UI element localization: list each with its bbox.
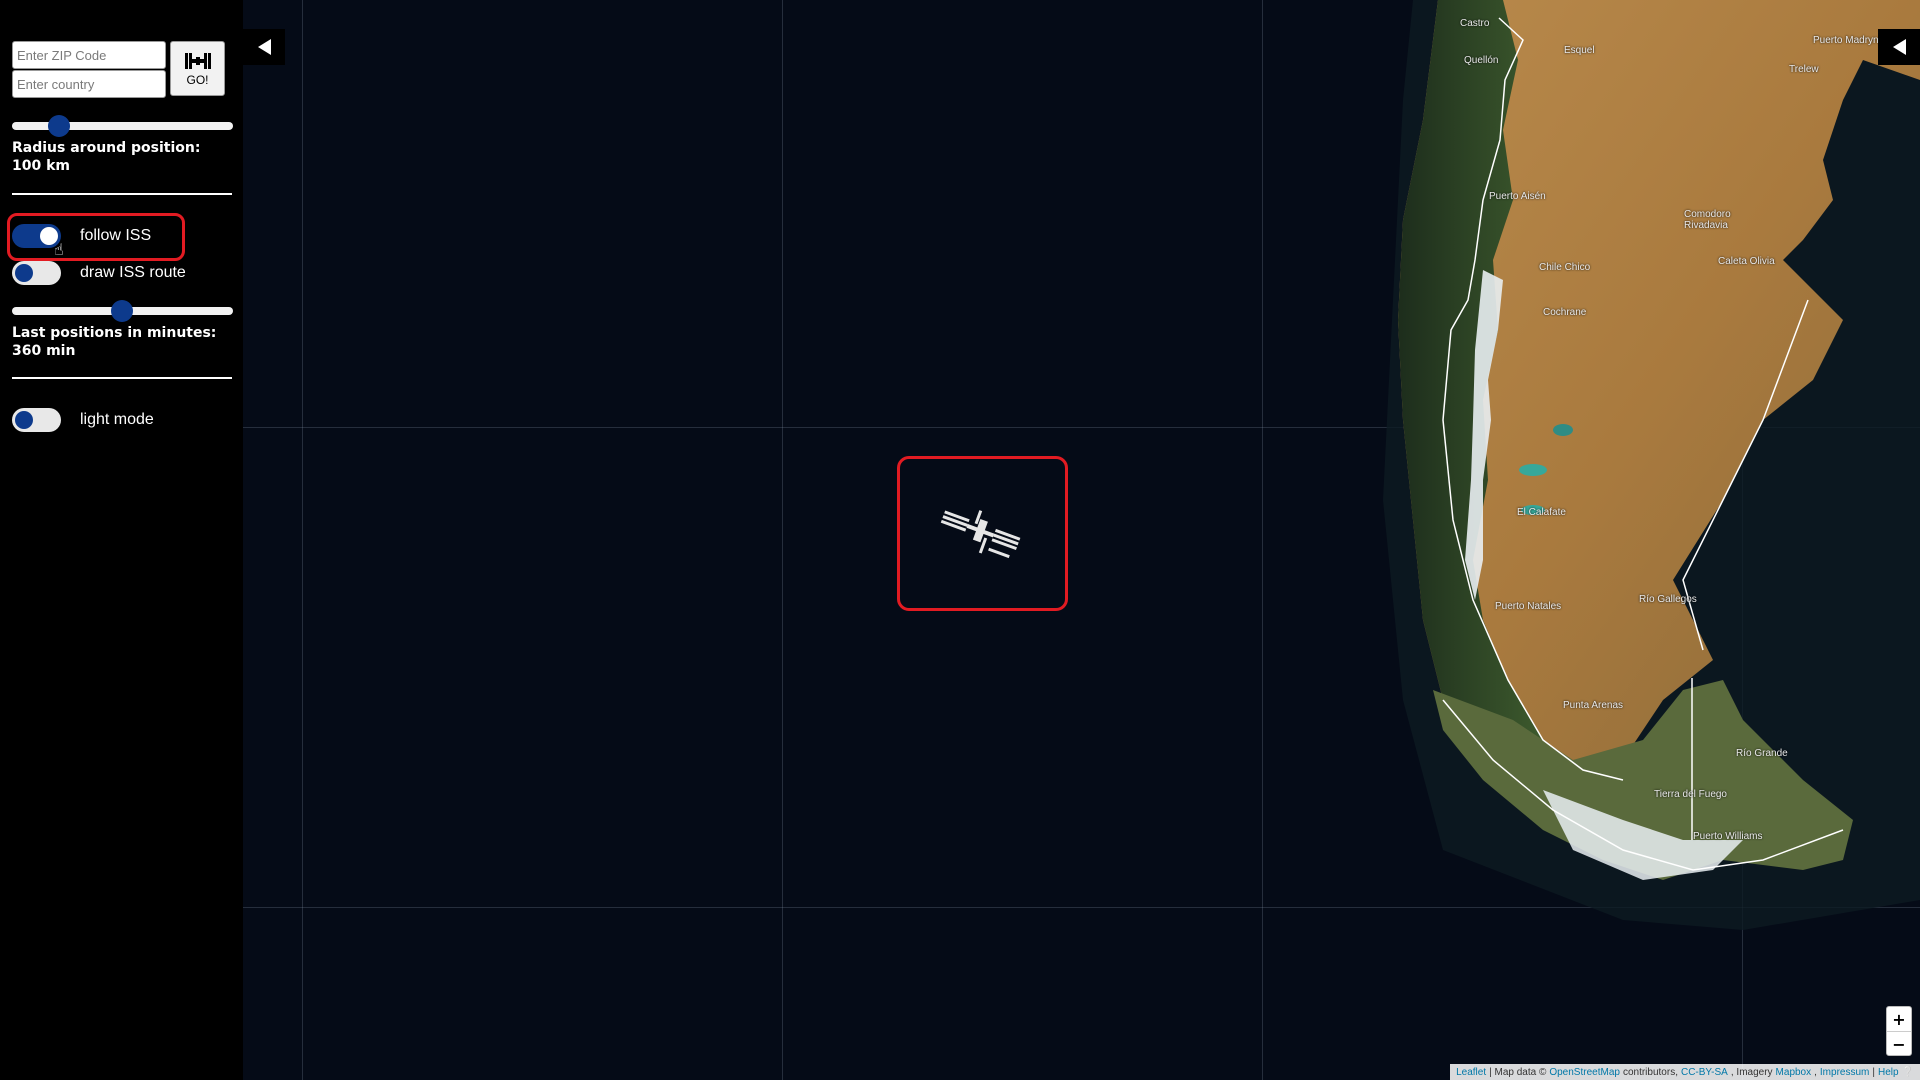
hand-cursor-icon: ☝ (54, 240, 64, 259)
impressum-link[interactable]: Impressum (1820, 1067, 1869, 1078)
app: GO! Radius around position: 100 km follo… (0, 0, 1920, 1080)
help-link[interactable]: Help (1878, 1067, 1899, 1078)
arrow-left-icon (1892, 39, 1906, 55)
minutes-value: 360 min (12, 343, 76, 359)
place-label: Puerto Madryn (1813, 35, 1879, 46)
minutes-label-block: Last positions in minutes: 360 min (12, 324, 216, 360)
draw-route-label: draw ISS route (80, 264, 186, 281)
place-label: Caleta Olivia (1718, 256, 1775, 267)
place-label: Río Grande (1736, 748, 1788, 759)
draw-route-toggle[interactable] (12, 261, 61, 285)
radius-value: 100 km (12, 158, 70, 174)
light-mode-toggle[interactable] (12, 408, 61, 432)
place-label: Puerto Natales (1495, 601, 1562, 612)
zoom-in-button[interactable]: + (1887, 1007, 1911, 1031)
map-view[interactable]: Castro Quellón Esquel Puerto Madryn Trel… (243, 0, 1920, 1080)
minutes-label: Last positions in minutes: (12, 325, 217, 341)
place-label: Trelew (1789, 64, 1819, 75)
divider (12, 377, 232, 379)
place-label: El Calafate (1517, 507, 1566, 518)
sidebar: GO! Radius around position: 100 km follo… (0, 0, 243, 1080)
place-label: Comodoro Rivadavia (1684, 209, 1731, 231)
attribution-text: contributors, (1622, 1066, 1678, 1078)
osm-link[interactable]: OpenStreetMap (1549, 1067, 1620, 1078)
license-link[interactable]: CC-BY-SA (1681, 1067, 1728, 1078)
place-label: Castro (1460, 18, 1490, 29)
place-label: Puerto Williams (1693, 831, 1763, 842)
draw-route-row[interactable]: draw ISS route (12, 260, 186, 286)
light-mode-row[interactable]: light mode (12, 407, 154, 433)
light-mode-label: light mode (80, 411, 154, 428)
go-button[interactable]: GO! (170, 41, 225, 96)
follow-iss-highlight (7, 213, 185, 261)
place-label: Río Gallegos (1639, 594, 1697, 605)
leaflet-link[interactable]: Leaflet (1456, 1067, 1486, 1078)
go-label: GO! (186, 72, 209, 87)
help-icon[interactable]: ❔ (1902, 1067, 1914, 1078)
country-input[interactable] (12, 70, 166, 98)
map-attribution: Leaflet | Map data © OpenStreetMap contr… (1450, 1064, 1920, 1080)
place-label: Punta Arenas (1563, 700, 1624, 711)
minutes-slider-thumb[interactable] (111, 300, 133, 322)
attribution-text: | (1872, 1066, 1875, 1078)
place-label: Cochrane (1543, 307, 1587, 318)
mapbox-link[interactable]: Mapbox (1776, 1067, 1812, 1078)
divider (12, 193, 232, 195)
arrow-left-icon (257, 39, 271, 55)
radius-label-block: Radius around position: 100 km (12, 139, 200, 175)
attribution-text: , (1814, 1066, 1817, 1078)
zoom-out-button[interactable]: − (1887, 1032, 1911, 1056)
iss-icon[interactable] (936, 502, 1026, 562)
radius-slider[interactable] (12, 115, 233, 137)
place-label: Quellón (1464, 55, 1499, 66)
place-label: Tierra del Fuego (1654, 789, 1727, 800)
collapse-right-panel-button[interactable] (1878, 29, 1920, 65)
zoom-control: + − (1886, 1006, 1912, 1056)
attribution-text: , Imagery (1730, 1066, 1773, 1078)
place-label: Chile Chico (1539, 262, 1591, 273)
zip-input[interactable] (12, 41, 166, 69)
satellite-icon (184, 52, 211, 69)
place-label: Esquel (1564, 45, 1595, 56)
place-label: Puerto Aisén (1489, 191, 1546, 202)
minutes-slider[interactable] (12, 300, 233, 322)
collapse-sidebar-button[interactable] (243, 29, 285, 65)
radius-slider-thumb[interactable] (48, 115, 70, 137)
attribution-text: | Map data © (1489, 1066, 1547, 1078)
radius-label: Radius around position: (12, 140, 201, 156)
patagonia-land (1383, 0, 1920, 930)
